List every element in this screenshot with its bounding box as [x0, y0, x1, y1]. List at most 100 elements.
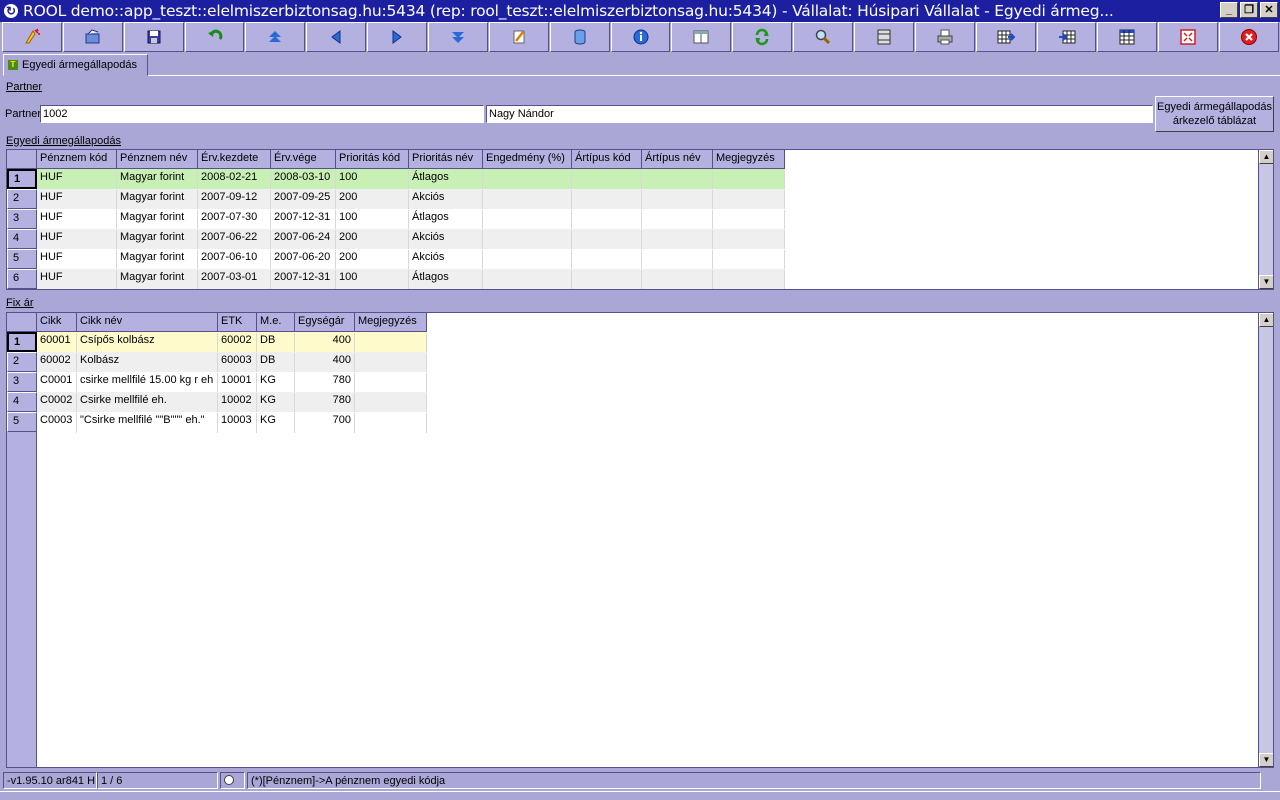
- save-button[interactable]: [123, 22, 184, 52]
- fixprice-cell[interactable]: [355, 393, 427, 413]
- columns-button[interactable]: [854, 22, 914, 52]
- fixprice-column-header[interactable]: M.e.: [257, 313, 295, 332]
- agreements-cell[interactable]: 100: [336, 210, 409, 230]
- fixprice-cell[interactable]: [355, 333, 427, 353]
- fixprice-cell[interactable]: 780: [295, 393, 355, 413]
- agreements-cell[interactable]: [713, 210, 785, 230]
- agreements-cell[interactable]: [572, 190, 642, 210]
- agreements-cell[interactable]: 100: [336, 170, 409, 190]
- exit-button[interactable]: [1219, 22, 1280, 52]
- agreements-cell[interactable]: 2007-09-25: [271, 190, 336, 210]
- fixprice-column-header[interactable]: Megjegyzés: [355, 313, 427, 332]
- grid-export-button[interactable]: [975, 22, 1036, 52]
- agreements-cell[interactable]: [642, 270, 713, 289]
- undo-button[interactable]: [184, 22, 245, 52]
- agreements-cell[interactable]: [642, 190, 713, 210]
- last-button[interactable]: [428, 22, 488, 52]
- agreements-cell[interactable]: 2007-12-31: [271, 210, 336, 230]
- fixprice-row-header[interactable]: 5: [7, 412, 37, 432]
- agreements-cell[interactable]: 200: [336, 190, 409, 210]
- fixprice-cell[interactable]: csirke mellfilé 15.00 kg r eh: [77, 373, 218, 393]
- agreements-cell[interactable]: Magyar forint: [117, 190, 198, 210]
- fixprice-cell[interactable]: DB: [257, 333, 295, 353]
- agreements-cell[interactable]: [642, 230, 713, 250]
- fixprice-cell[interactable]: 400: [295, 353, 355, 373]
- agreements-cell[interactable]: [713, 170, 785, 190]
- edit-button[interactable]: [488, 22, 549, 52]
- agreements-cell[interactable]: [483, 250, 572, 270]
- agreements-cell[interactable]: [483, 230, 572, 250]
- new-button[interactable]: [2, 22, 62, 52]
- fixprice-cell[interactable]: [355, 353, 427, 373]
- agreements-cell[interactable]: 2007-06-10: [198, 250, 271, 270]
- agreements-cell[interactable]: [713, 230, 785, 250]
- agreements-cell[interactable]: [713, 250, 785, 270]
- partner-code-field[interactable]: 1002: [40, 105, 484, 123]
- agreements-scrollbar[interactable]: ▲ ▼: [1258, 150, 1273, 289]
- agreements-cell[interactable]: Átlagos: [409, 170, 483, 190]
- fixprice-cell[interactable]: [355, 413, 427, 433]
- table-button[interactable]: [1097, 22, 1158, 52]
- fixprice-cell[interactable]: 60001: [37, 333, 77, 353]
- agreements-cell[interactable]: 2007-07-30: [198, 210, 271, 230]
- agreements-row-header[interactable]: 3: [7, 209, 37, 229]
- agreements-cell[interactable]: HUF: [37, 250, 117, 270]
- close-window-button[interactable]: ✕: [1260, 2, 1278, 18]
- fullscreen-button[interactable]: [1158, 22, 1219, 52]
- scroll-up-arrow-icon[interactable]: ▲: [1259, 313, 1273, 327]
- open-button[interactable]: [62, 22, 123, 52]
- scroll-down-arrow-icon[interactable]: ▼: [1259, 275, 1273, 289]
- agreements-cell[interactable]: Akciós: [409, 250, 483, 270]
- fixprice-column-header[interactable]: Egységár: [295, 313, 355, 332]
- fixprice-cell[interactable]: KG: [257, 373, 295, 393]
- fixprice-cell[interactable]: C0003: [37, 413, 77, 433]
- agreements-cell[interactable]: HUF: [37, 210, 117, 230]
- fixprice-row-header[interactable]: 2: [7, 352, 37, 372]
- fixprice-cell[interactable]: C0001: [37, 373, 77, 393]
- agreements-cell[interactable]: 200: [336, 230, 409, 250]
- fixprice-row-header[interactable]: 1: [7, 332, 37, 352]
- fixprice-cell[interactable]: Csípős kolbász: [77, 333, 218, 353]
- agreements-cell[interactable]: [713, 270, 785, 289]
- fixprice-scrollbar[interactable]: ▲ ▼: [1258, 313, 1273, 767]
- agreements-cell[interactable]: HUF: [37, 270, 117, 289]
- fixprice-cell[interactable]: 60003: [218, 353, 257, 373]
- agreements-cell[interactable]: HUF: [37, 190, 117, 210]
- tab-egyedi-armegallapodas[interactable]: T Egyedi ármegállapodás: [3, 54, 148, 76]
- agreements-cell[interactable]: [483, 210, 572, 230]
- agreements-cell[interactable]: 2007-06-22: [198, 230, 271, 250]
- agreements-cell[interactable]: 2007-06-24: [271, 230, 336, 250]
- agreements-column-header[interactable]: Prioritás név: [409, 150, 483, 169]
- fixprice-column-header[interactable]: Cikk: [37, 313, 77, 332]
- partner-name-field[interactable]: Nagy Nándor: [486, 105, 1153, 123]
- refresh-button[interactable]: [732, 22, 793, 52]
- price-table-button[interactable]: Egyedi ármegállapodás árkezelő táblázat: [1155, 96, 1274, 132]
- agreements-column-header[interactable]: Ártípus név: [642, 150, 713, 169]
- agreements-cell[interactable]: Magyar forint: [117, 270, 198, 289]
- first-button[interactable]: [245, 22, 306, 52]
- agreements-column-header[interactable]: Érv.vége: [271, 150, 336, 169]
- agreements-cell[interactable]: [483, 270, 572, 289]
- fixprice-cell[interactable]: Kolbász: [77, 353, 218, 373]
- scroll-up-arrow-icon[interactable]: ▲: [1259, 150, 1273, 164]
- agreements-cell[interactable]: [572, 210, 642, 230]
- search-button[interactable]: [793, 22, 854, 52]
- agreements-cell[interactable]: Akciós: [409, 230, 483, 250]
- agreements-cell[interactable]: [642, 210, 713, 230]
- fixprice-cell[interactable]: C0002: [37, 393, 77, 413]
- restore-button[interactable]: ❐: [1240, 2, 1258, 18]
- fixprice-cell[interactable]: 60002: [37, 353, 77, 373]
- agreements-row-header[interactable]: 2: [7, 189, 37, 209]
- fixprice-row-header[interactable]: 3: [7, 372, 37, 392]
- agreements-cell[interactable]: HUF: [37, 230, 117, 250]
- fixprice-cell[interactable]: KG: [257, 393, 295, 413]
- agreements-cell[interactable]: [572, 250, 642, 270]
- print-button[interactable]: [914, 22, 975, 52]
- agreements-column-header[interactable]: Pénznem név: [117, 150, 198, 169]
- minimize-button[interactable]: _: [1220, 2, 1238, 18]
- agreements-cell[interactable]: 2007-09-12: [198, 190, 271, 210]
- agreements-column-header[interactable]: Prioritás kód: [336, 150, 409, 169]
- agreements-cell[interactable]: Átlagos: [409, 210, 483, 230]
- agreements-column-header[interactable]: Pénznem kód: [37, 150, 117, 169]
- fixprice-cell[interactable]: 10003: [218, 413, 257, 433]
